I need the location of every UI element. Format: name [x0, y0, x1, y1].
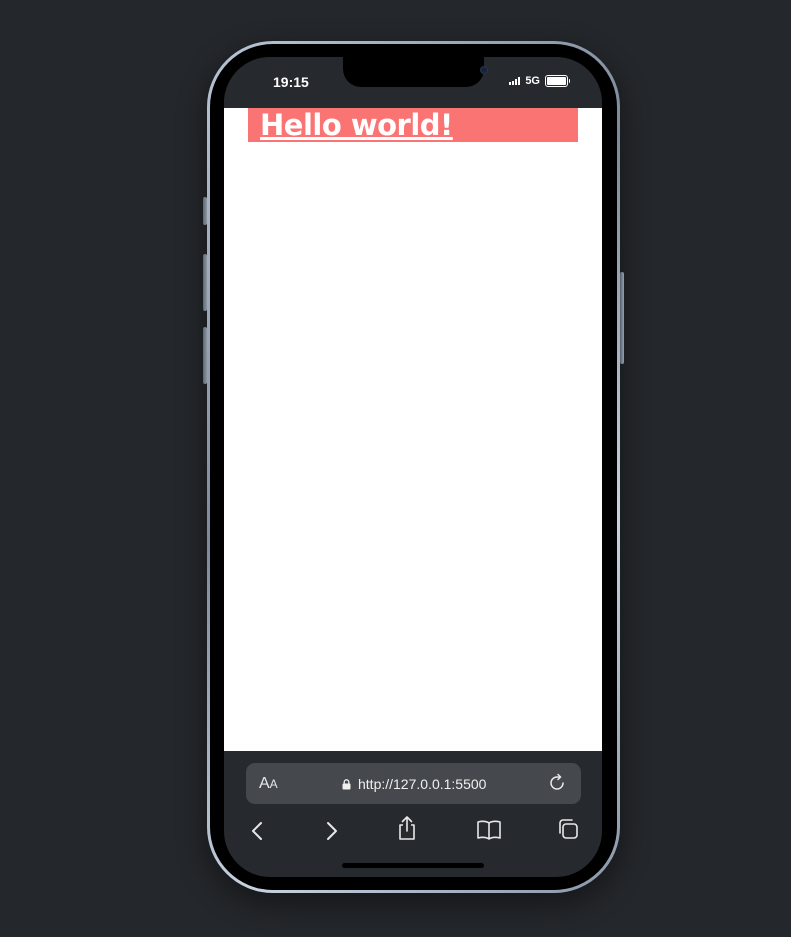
tabs-icon[interactable] [556, 817, 580, 841]
status-time: 19:15 [273, 74, 309, 90]
battery-icon [545, 75, 570, 87]
forward-icon[interactable] [321, 819, 341, 843]
text-size-button[interactable]: AA [259, 775, 278, 793]
signal-icon [509, 77, 521, 85]
reload-icon[interactable] [547, 773, 567, 793]
bookmarks-icon[interactable] [476, 819, 502, 841]
notch [343, 57, 488, 87]
web-viewport: Hello world! [224, 108, 602, 751]
camera-icon [480, 66, 488, 74]
status-indicators: 5G [509, 75, 570, 87]
power-button [620, 272, 624, 364]
url-display[interactable]: http://127.0.0.1:5500 [342, 775, 486, 793]
share-icon[interactable] [396, 815, 418, 841]
heading-banner: Hello world! [248, 108, 578, 142]
page-heading[interactable]: Hello world! [260, 108, 453, 142]
battery-fill [547, 77, 566, 85]
text-size-label-large: A [259, 775, 270, 792]
lock-icon [342, 778, 351, 789]
back-icon[interactable] [248, 819, 268, 843]
phone-screen: 19:15 5G Hello world! AA http://127.0.0.… [224, 57, 602, 877]
url-text: http://127.0.0.1:5500 [358, 776, 487, 792]
text-size-label-small: A [269, 777, 278, 791]
address-bar[interactable]: AA http://127.0.0.1:5500 [246, 763, 581, 804]
status-bar: 19:15 5G [224, 57, 602, 108]
home-indicator[interactable] [342, 863, 484, 868]
network-label: 5G [525, 75, 540, 87]
